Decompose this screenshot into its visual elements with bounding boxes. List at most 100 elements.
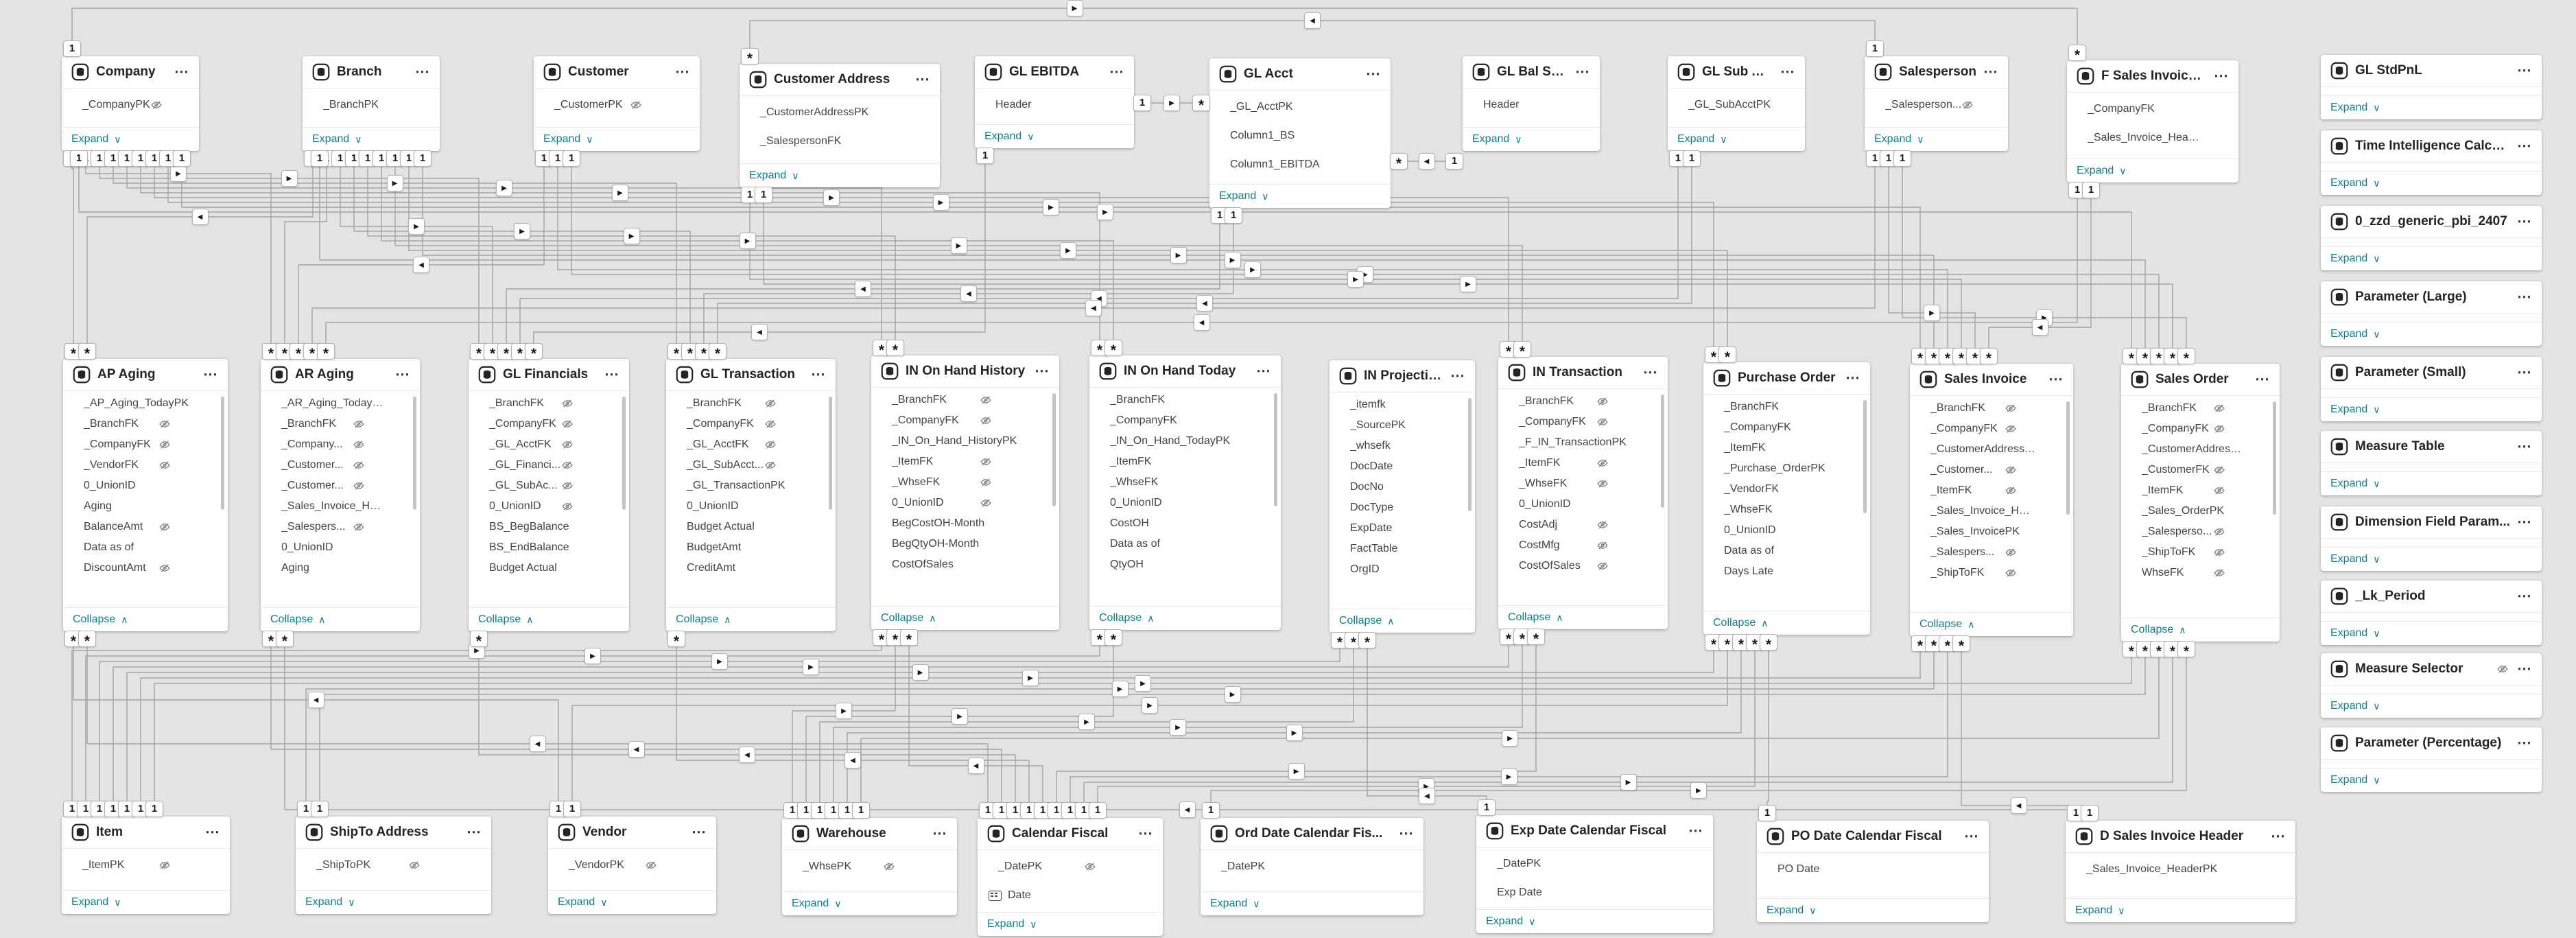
expand-collapse-button[interactable]: Expand∨	[303, 127, 440, 151]
field-row[interactable]: _F_IN_TransactionPK	[1498, 432, 1668, 453]
field-row[interactable]: _CustomerAddressPK	[740, 98, 940, 127]
relationship-line[interactable]	[572, 635, 1727, 817]
field-row[interactable]: _ShipToFK	[1910, 563, 2073, 583]
expand-collapse-button[interactable]: Collapse∧	[1330, 609, 1475, 633]
table-card-gl-financials[interactable]: GL Financials⋯_BranchFK_CompanyFK_GL_Acc…	[469, 359, 629, 631]
field-row[interactable]: Date	[978, 881, 1163, 910]
field-row[interactable]: DocDate	[1330, 456, 1475, 477]
field-row[interactable]: _CompanyFK	[63, 434, 228, 455]
hidden-eye-icon[interactable]	[2213, 484, 2225, 497]
expand-collapse-button[interactable]: Collapse∧	[469, 607, 629, 631]
expand-collapse-button[interactable]: Expand∨	[740, 163, 940, 187]
expand-collapse-button[interactable]: Expand∨	[2321, 694, 2542, 718]
field-row[interactable]: Data as of	[1703, 541, 1870, 561]
expand-collapse-button[interactable]: Collapse∧	[1910, 612, 2073, 636]
hidden-eye-icon[interactable]	[764, 459, 777, 471]
more-options-icon[interactable]: ⋯	[415, 68, 430, 76]
more-options-icon[interactable]: ⋯	[2517, 739, 2532, 747]
field-row[interactable]: _DatePK	[1201, 852, 1423, 881]
field-row[interactable]: _CustomerAddressFK	[2121, 439, 2280, 460]
table-card-measure-selector[interactable]: Measure Selector⋯Expand∨	[2321, 653, 2542, 718]
more-options-icon[interactable]: ⋯	[2517, 443, 2532, 451]
more-options-icon[interactable]: ⋯	[2517, 368, 2532, 377]
expand-collapse-button[interactable]: Collapse∧	[871, 606, 1059, 630]
hidden-eye-icon[interactable]	[2005, 484, 2017, 497]
field-row[interactable]: _GL_SubAc...	[469, 476, 629, 496]
field-row[interactable]: _ShipToFK	[2121, 542, 2280, 563]
field-row[interactable]: _IN_On_Hand_TodayPK	[1089, 431, 1281, 452]
field-row[interactable]: _Salesperson...	[1865, 91, 2008, 119]
field-row[interactable]: _GL_TransactionPK	[666, 476, 836, 496]
hidden-eye-icon[interactable]	[1596, 478, 1609, 490]
field-list-scrollbar[interactable]	[1661, 395, 1664, 508]
expand-collapse-button[interactable]: Expand∨	[2321, 246, 2542, 270]
hidden-eye-icon[interactable]	[1961, 99, 1974, 111]
field-row[interactable]: _GL_AcctFK	[469, 434, 629, 455]
hidden-eye-icon[interactable]	[645, 859, 657, 871]
expand-collapse-button[interactable]: Expand∨	[2321, 768, 2542, 792]
field-row[interactable]: _BranchFK	[469, 393, 629, 414]
field-row[interactable]: BS_EndBalance	[469, 537, 629, 558]
expand-collapse-button[interactable]: Expand∨	[1476, 909, 1713, 933]
hidden-eye-icon[interactable]	[2005, 423, 2017, 435]
more-options-icon[interactable]: ⋯	[1643, 368, 1658, 377]
hidden-eye-icon[interactable]	[980, 456, 992, 468]
field-row[interactable]: WhseFK	[2121, 563, 2280, 583]
relationship-line[interactable]	[113, 629, 1509, 817]
field-row[interactable]: _DatePK	[1476, 849, 1713, 878]
expand-collapse-button[interactable]: Expand∨	[62, 127, 199, 151]
more-options-icon[interactable]: ⋯	[2517, 518, 2532, 526]
field-row[interactable]: BegQtyOH-Month	[871, 534, 1059, 554]
table-card-purchase-order[interactable]: Purchase Order⋯_BranchFK_CompanyFK_ItemF…	[1703, 362, 1870, 635]
hidden-eye-icon[interactable]	[158, 438, 171, 451]
expand-collapse-button[interactable]: Expand∨	[2067, 159, 2238, 183]
table-card-company[interactable]: Company⋯_CompanyPKExpand∨	[62, 56, 199, 151]
hidden-eye-icon[interactable]	[2005, 567, 2017, 579]
field-list-scrollbar[interactable]	[1052, 393, 1056, 506]
hidden-eye-icon[interactable]	[2005, 402, 2017, 414]
hidden-eye-icon[interactable]	[2213, 402, 2225, 414]
more-options-icon[interactable]: ⋯	[1035, 367, 1050, 375]
hidden-eye-icon[interactable]	[561, 418, 574, 430]
expand-collapse-button[interactable]: Expand∨	[975, 124, 1134, 148]
expand-collapse-button[interactable]: Expand∨	[2321, 397, 2542, 421]
field-row[interactable]: _ItemFK	[2121, 480, 2280, 501]
expand-collapse-button[interactable]: Collapse∧	[63, 607, 228, 631]
expand-collapse-button[interactable]: Expand∨	[2321, 322, 2542, 346]
field-row[interactable]: _Sales_Invoice_HeaderPK	[2066, 855, 2295, 884]
field-row[interactable]: Header	[975, 91, 1134, 119]
more-options-icon[interactable]: ⋯	[2517, 293, 2532, 301]
more-options-icon[interactable]: ⋯	[915, 75, 930, 84]
hidden-eye-icon[interactable]	[2213, 464, 2225, 476]
relationship-line[interactable]	[87, 631, 988, 818]
field-row[interactable]: Budget Actual	[469, 558, 629, 578]
field-row[interactable]: _WhsePK	[782, 852, 957, 881]
field-list-scrollbar[interactable]	[2066, 401, 2070, 515]
field-row[interactable]: 0_UnionID	[1089, 493, 1281, 513]
field-row[interactable]: 0_UnionID	[469, 496, 629, 517]
field-row[interactable]: _BranchFK	[1703, 397, 1870, 417]
hidden-eye-icon[interactable]	[2213, 423, 2225, 435]
field-row[interactable]: _WhseFK	[1498, 473, 1668, 494]
table-card-d-sales-invoice-header[interactable]: D Sales Invoice Header⋯_Sales_Invoice_He…	[2066, 821, 2295, 922]
field-row[interactable]: _Purchase_OrderPK	[1703, 458, 1870, 479]
field-row[interactable]: _whsefk	[1330, 436, 1475, 456]
field-row[interactable]: _Sales_Invoice_Hea...	[261, 496, 420, 517]
more-options-icon[interactable]: ⋯	[1964, 832, 1979, 841]
field-row[interactable]: BudgetAmt	[666, 537, 836, 558]
field-row[interactable]: _GL_AcctFK	[666, 434, 836, 455]
field-row[interactable]: _ShipToPK	[296, 851, 491, 880]
expand-collapse-button[interactable]: Expand∨	[2321, 621, 2542, 645]
table-card-gl-transaction[interactable]: GL Transaction⋯_BranchFK_CompanyFK_GL_Ac…	[666, 359, 836, 631]
expand-collapse-button[interactable]: Expand∨	[62, 890, 230, 914]
relationship-line[interactable]	[87, 151, 313, 359]
field-list-scrollbar[interactable]	[829, 397, 832, 510]
expand-collapse-button[interactable]: Expand∨	[2321, 171, 2542, 195]
field-row[interactable]: _BranchFK	[63, 414, 228, 434]
field-row[interactable]: CostOH	[1089, 513, 1281, 534]
field-row[interactable]: _VendorFK	[63, 455, 228, 476]
field-row[interactable]: 0_UnionID	[1498, 494, 1668, 515]
expand-collapse-button[interactable]: Expand∨	[1463, 127, 1600, 151]
field-row[interactable]: _Salespers...	[1910, 542, 2073, 563]
field-row[interactable]: _CompanyFK	[469, 414, 629, 434]
